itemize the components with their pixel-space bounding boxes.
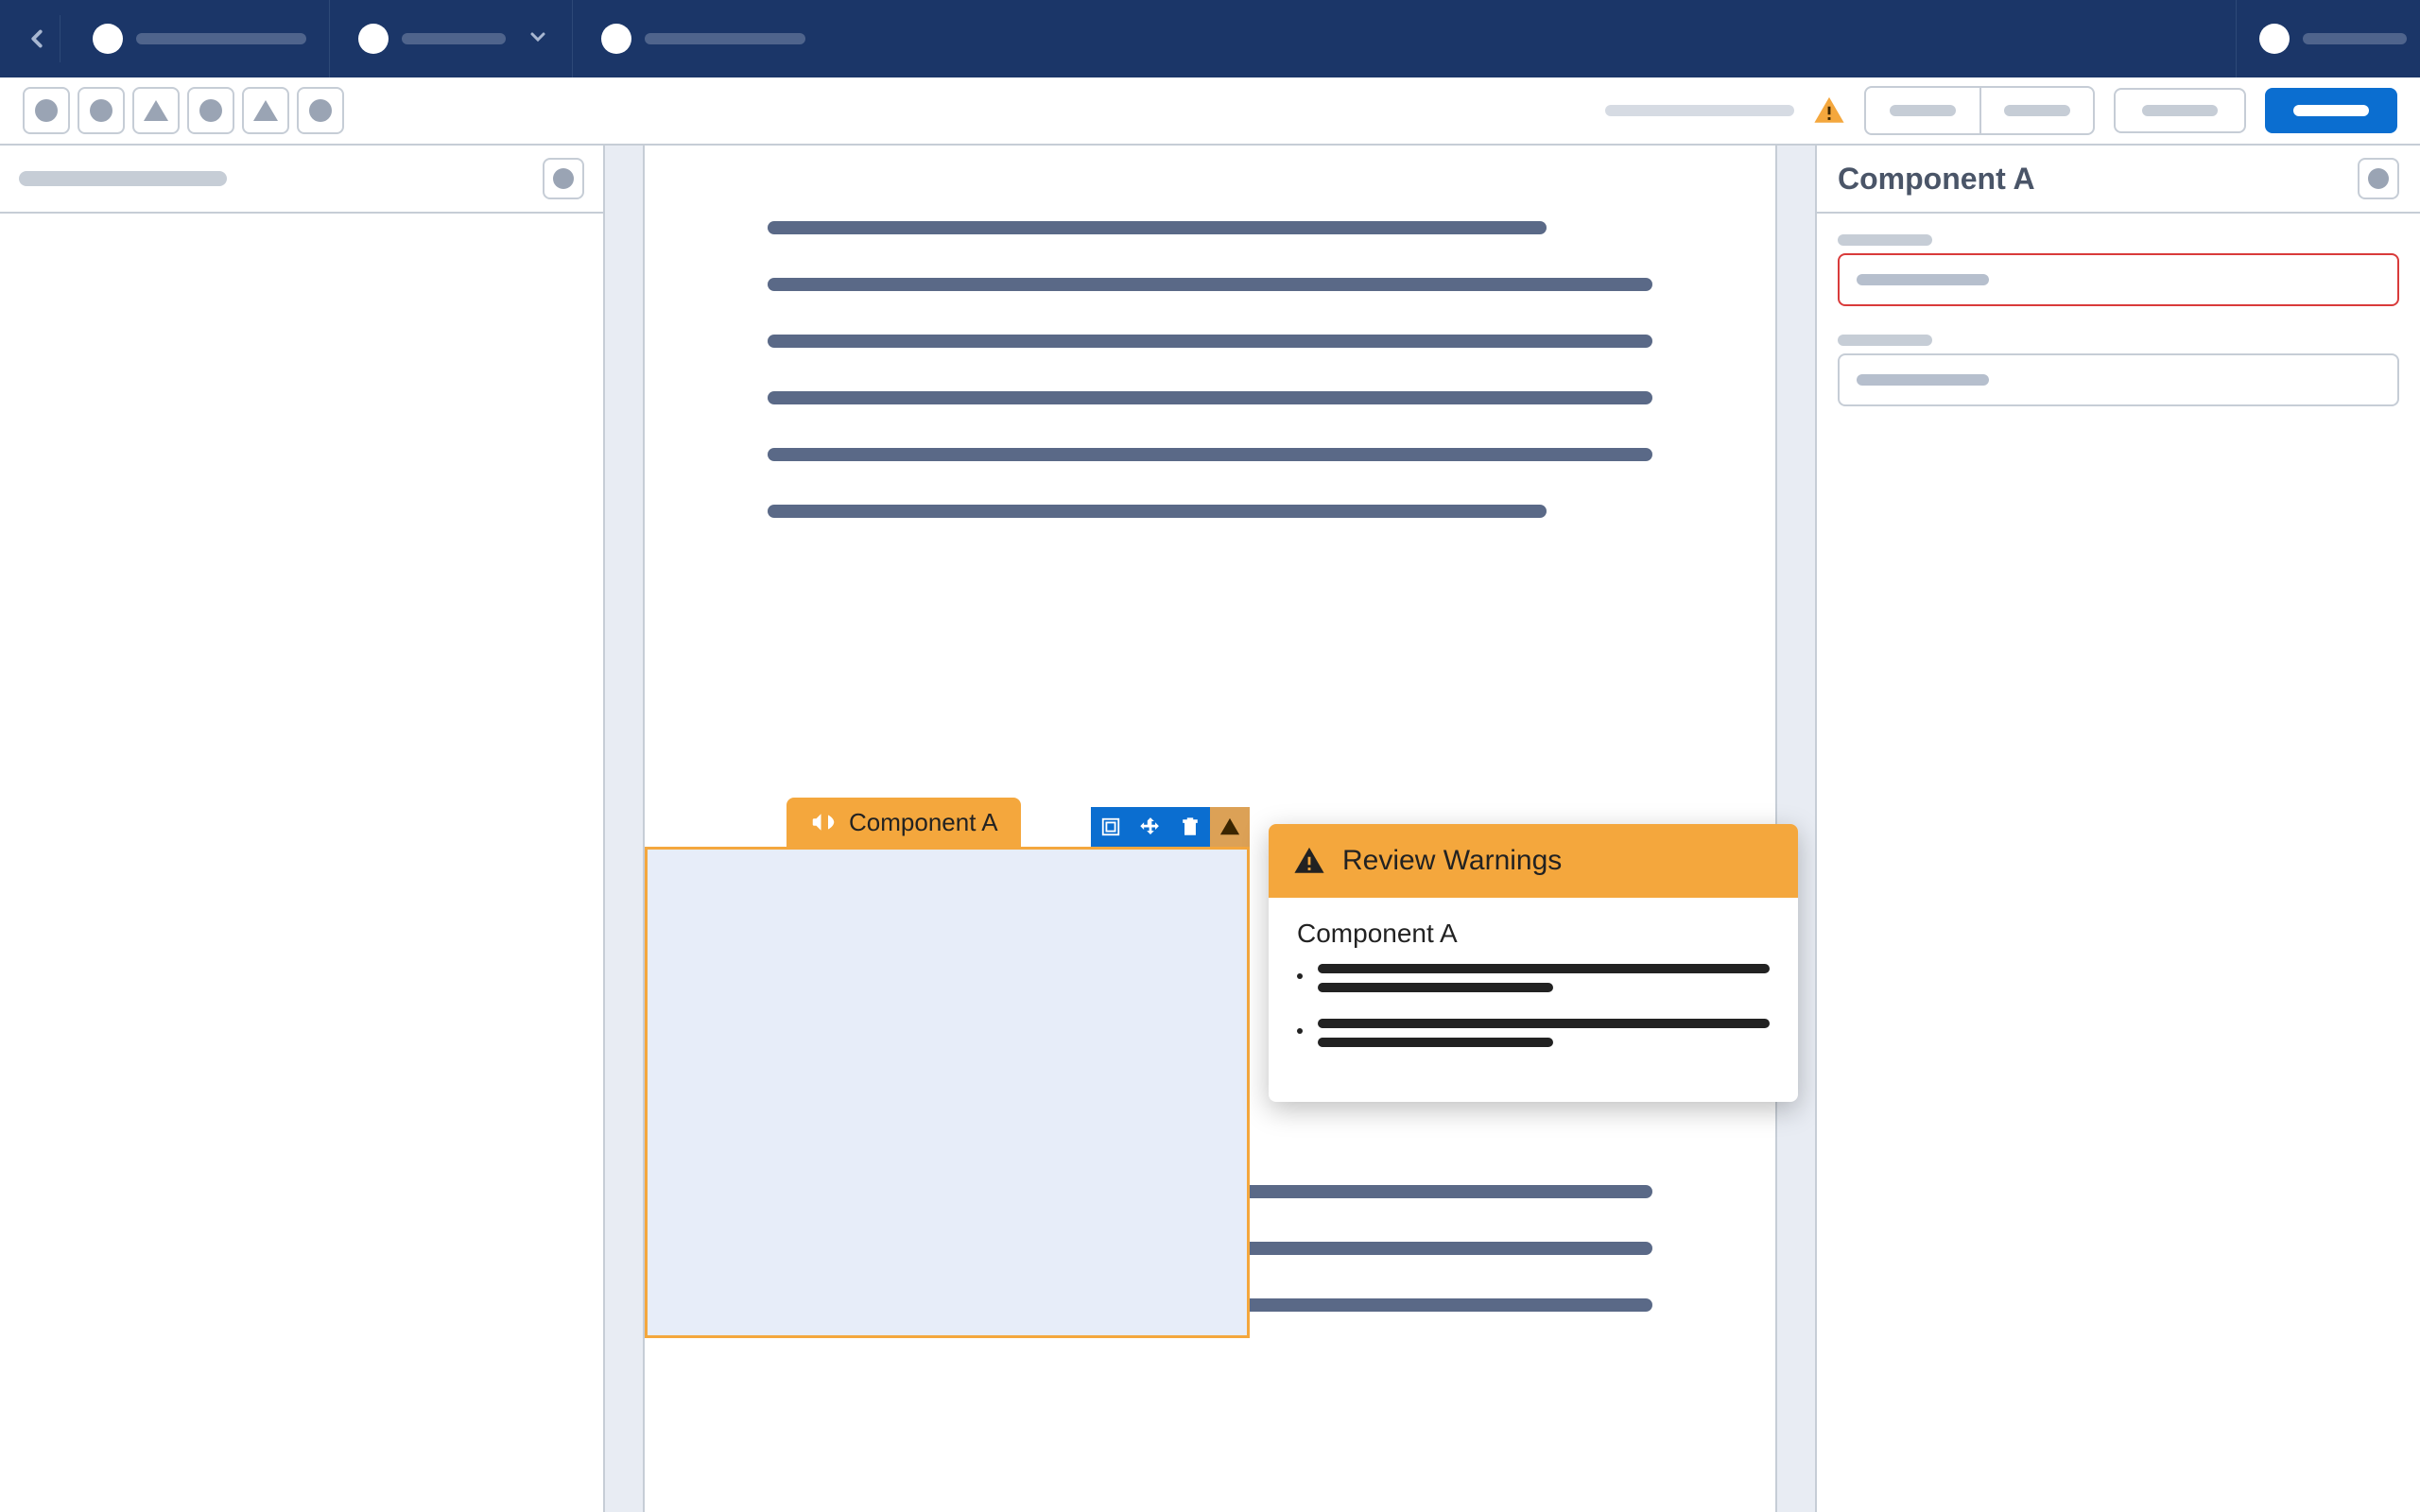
triangle-icon (144, 100, 168, 121)
left-panel (0, 146, 605, 1512)
toolbar-button[interactable] (187, 87, 234, 134)
component-tab-label: Component A (849, 808, 998, 837)
toolbar (0, 77, 2420, 146)
nav-tab-label (645, 33, 805, 44)
button-group (1864, 86, 2095, 135)
component-toolbar (1091, 807, 1250, 847)
component-tab[interactable]: Component A (786, 798, 1021, 847)
field-label (1838, 335, 1932, 346)
move-icon (1140, 816, 1161, 837)
right-panel-title: Component A (1838, 162, 2035, 197)
page[interactable]: Component A (643, 146, 1777, 1512)
popover-title: Review Warnings (1342, 845, 1562, 877)
circle-icon (553, 168, 574, 189)
bullet-icon (1297, 973, 1303, 979)
nav-tab-2[interactable] (349, 0, 573, 77)
avatar-icon (93, 24, 123, 54)
trash-icon (1180, 816, 1201, 837)
nav-tab-1[interactable] (83, 0, 330, 77)
circle-icon (2368, 168, 2389, 189)
text-line (768, 448, 1652, 461)
layout-icon (1100, 816, 1121, 837)
warning-icon[interactable] (1813, 94, 1845, 127)
nav-tab-right[interactable] (2236, 0, 2407, 77)
text-line (768, 505, 1547, 518)
back-button[interactable] (13, 15, 60, 62)
circle-icon (309, 99, 332, 122)
warning-action-button[interactable] (1210, 807, 1250, 847)
text-line (768, 391, 1652, 404)
toolbar-button[interactable] (78, 87, 125, 134)
warning-icon (1219, 816, 1240, 837)
top-navbar (0, 0, 2420, 77)
secondary-button[interactable] (2114, 88, 2246, 133)
circle-icon (35, 99, 58, 122)
text-line (768, 221, 1547, 234)
left-panel-title (19, 171, 227, 186)
circle-icon (199, 99, 222, 122)
layout-action-button[interactable] (1091, 807, 1131, 847)
left-panel-action[interactable] (543, 158, 584, 199)
bullet-icon (1297, 1028, 1303, 1034)
warning-icon (1293, 845, 1325, 877)
delete-action-button[interactable] (1170, 807, 1210, 847)
text-line (768, 335, 1652, 348)
segment-button[interactable] (1979, 88, 2093, 133)
avatar-icon (2259, 24, 2290, 54)
right-panel-action[interactable] (2358, 158, 2399, 199)
avatar-icon (601, 24, 631, 54)
chevron-down-icon[interactable] (527, 26, 549, 53)
move-action-button[interactable] (1131, 807, 1170, 847)
warning-item (1297, 964, 1770, 1002)
nav-tab-label (402, 33, 506, 44)
toolbar-button[interactable] (242, 87, 289, 134)
toolbar-button[interactable] (23, 87, 70, 134)
megaphone-icon (809, 808, 838, 836)
popover-subhead: Component A (1297, 919, 1770, 949)
property-input[interactable] (1838, 353, 2399, 406)
right-panel: Component A (1815, 146, 2420, 1512)
toolbar-button[interactable] (297, 87, 344, 134)
nav-tab-3[interactable] (592, 0, 828, 77)
circle-icon (90, 99, 112, 122)
warning-item (1297, 1019, 1770, 1057)
segment-button[interactable] (1866, 88, 1979, 133)
property-input-error[interactable] (1838, 253, 2399, 306)
nav-tab-label (136, 33, 306, 44)
avatar-icon (358, 24, 389, 54)
text-line (768, 278, 1652, 291)
status-text (1605, 105, 1794, 116)
canvas: Component A (605, 146, 1815, 1512)
field-label (1838, 234, 1932, 246)
selected-component[interactable] (645, 847, 1250, 1338)
toolbar-button[interactable] (132, 87, 180, 134)
nav-tab-label (2303, 33, 2407, 44)
triangle-icon (253, 100, 278, 121)
primary-button[interactable] (2265, 88, 2397, 133)
warnings-popover: Review Warnings Component A (1269, 824, 1798, 1102)
